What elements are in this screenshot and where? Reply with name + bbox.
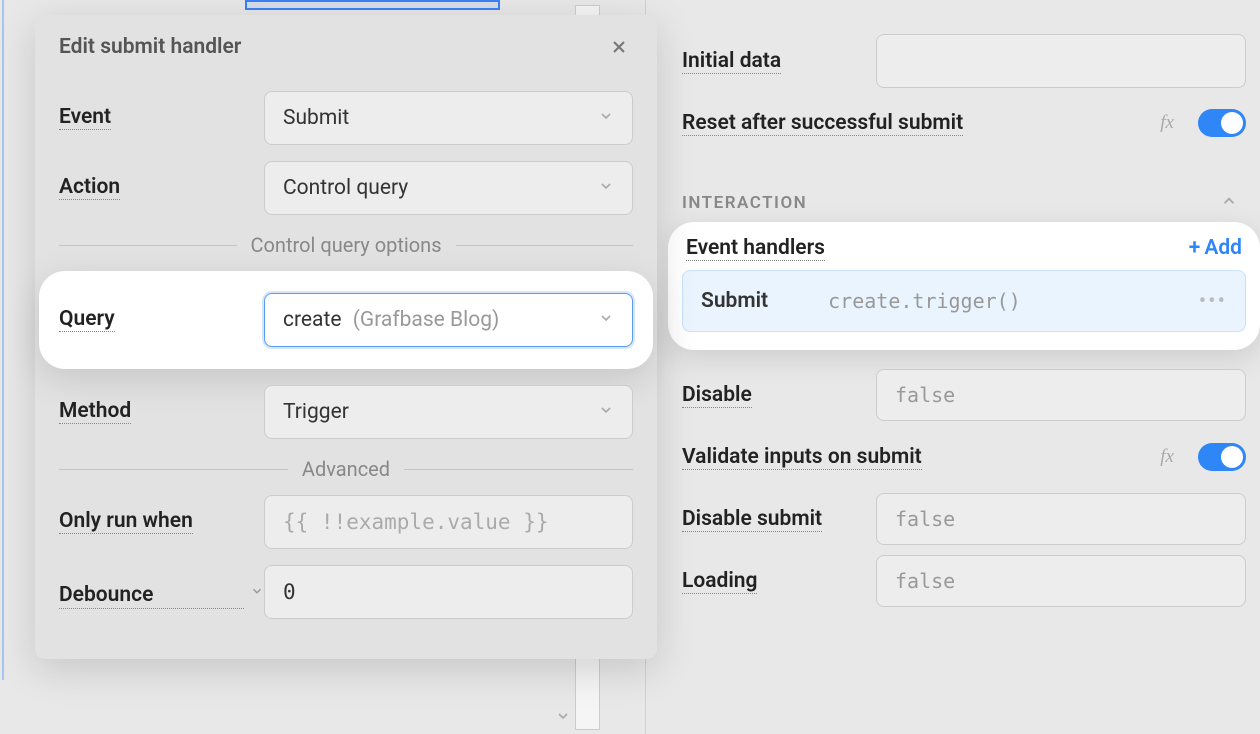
handler-code: create.trigger()	[828, 289, 1021, 313]
event-handlers-label: Event handlers	[686, 236, 825, 261]
method-label: Method	[59, 391, 131, 424]
event-value: Submit	[283, 106, 349, 130]
initial-data-input[interactable]	[876, 34, 1246, 88]
control-query-divider-label: Control query options	[251, 233, 442, 257]
query-select[interactable]: create (Grafbase Blog)	[264, 293, 633, 347]
edit-submit-handler-modal: Edit submit handler Event Submit Action …	[35, 15, 657, 659]
advanced-divider-label: Advanced	[302, 457, 390, 481]
close-icon	[609, 37, 629, 57]
modal-header: Edit submit handler	[35, 15, 657, 71]
canvas-selected-element[interactable]	[245, 0, 500, 10]
advanced-divider: Advanced	[59, 457, 633, 481]
query-row-highlight: Query create (Grafbase Blog)	[39, 271, 653, 369]
only-run-when-input[interactable]: {{ !!example.value }}	[264, 495, 633, 549]
event-select[interactable]: Submit	[264, 91, 633, 145]
chevron-down-icon	[598, 106, 614, 130]
toggle-knob	[1221, 112, 1243, 134]
debounce-label: Debounce	[59, 575, 244, 609]
reset-after-submit-toggle[interactable]	[1198, 109, 1246, 137]
debounce-input[interactable]: 0	[264, 565, 633, 619]
initial-data-label: Initial data	[682, 49, 781, 74]
validate-inputs-label: Validate inputs on submit	[682, 445, 922, 470]
fx-icon[interactable]: fx	[1160, 112, 1174, 134]
event-label: Event	[59, 97, 111, 130]
loading-row: Loading false	[682, 550, 1246, 612]
chevron-up-icon	[1220, 192, 1238, 214]
debounce-row: Debounce 0	[59, 565, 633, 619]
control-query-divider: Control query options	[59, 233, 633, 257]
reset-after-submit-row: Reset after successful submit fx	[682, 92, 1246, 154]
query-value-secondary: (Grafbase Blog)	[353, 308, 500, 332]
handler-more-icon[interactable]: •••	[1199, 289, 1227, 314]
add-handler-button[interactable]: + Add	[1189, 236, 1242, 260]
disable-input[interactable]: false	[876, 369, 1246, 421]
chevron-down-icon	[598, 176, 614, 200]
close-button[interactable]	[605, 33, 633, 61]
inspector-panel: Initial data Reset after successful subm…	[645, 0, 1260, 734]
event-row: Event Submit	[59, 91, 633, 145]
toggle-knob	[1221, 446, 1243, 468]
method-value: Trigger	[283, 400, 349, 424]
disable-submit-label: Disable submit	[682, 507, 822, 532]
handler-event-name: Submit	[701, 289, 768, 313]
disable-row: Disable false	[682, 364, 1246, 426]
action-row: Action Control query	[59, 161, 633, 215]
validate-inputs-row: Validate inputs on submit fx	[682, 426, 1246, 488]
disable-submit-row: Disable submit false	[682, 488, 1246, 550]
modal-body: Event Submit Action Control query Contro…	[35, 71, 657, 659]
chevron-down-icon[interactable]	[250, 583, 264, 602]
chevron-down-icon	[598, 400, 614, 424]
method-select[interactable]: Trigger	[264, 385, 633, 439]
add-button-label: Add	[1204, 236, 1242, 260]
interaction-section-label: INTERACTION	[682, 193, 807, 213]
event-handler-item[interactable]: Submit create.trigger() •••	[682, 270, 1246, 332]
canvas-guide-vertical	[2, 0, 4, 680]
event-handlers-card: Event handlers + Add Submit create.trigg…	[668, 222, 1260, 350]
query-value: create	[283, 308, 341, 332]
method-row: Method Trigger	[59, 385, 633, 439]
initial-data-row: Initial data	[682, 30, 1246, 92]
disable-label: Disable	[682, 383, 752, 408]
modal-title: Edit submit handler	[59, 35, 241, 59]
reset-after-submit-label: Reset after successful submit	[682, 111, 963, 136]
action-label: Action	[59, 167, 120, 200]
loading-label: Loading	[682, 569, 757, 594]
action-select[interactable]: Control query	[264, 161, 633, 215]
loading-input[interactable]: false	[876, 555, 1246, 607]
only-run-when-row: Only run when {{ !!example.value }}	[59, 495, 633, 549]
fx-icon[interactable]: fx	[1160, 446, 1174, 468]
interaction-section-header[interactable]: INTERACTION	[682, 192, 1246, 214]
action-value: Control query	[283, 176, 408, 200]
plus-icon: +	[1189, 236, 1201, 260]
validate-inputs-toggle[interactable]	[1198, 443, 1246, 471]
query-label: Query	[59, 299, 115, 332]
canvas-chevron-down-icon[interactable]	[555, 708, 571, 728]
disable-submit-input[interactable]: false	[876, 493, 1246, 545]
chevron-down-icon	[598, 308, 614, 332]
only-run-when-label: Only run when	[59, 501, 193, 534]
